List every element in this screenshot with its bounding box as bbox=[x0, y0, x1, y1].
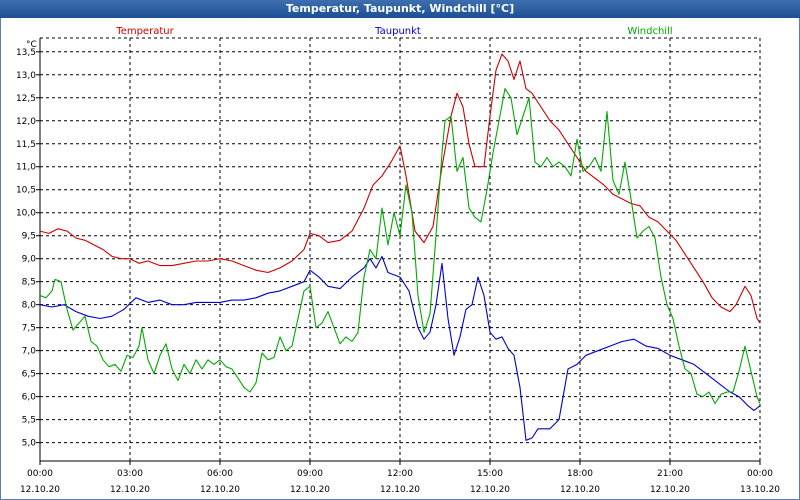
x-tick-time: 15:00 bbox=[477, 469, 503, 479]
x-tick-time: 03:00 bbox=[117, 469, 143, 479]
y-tick-label: 9,5 bbox=[22, 232, 36, 242]
x-tick-date: 12.10.20 bbox=[110, 485, 150, 495]
y-tick-label: 12,0 bbox=[16, 117, 36, 127]
line-chart: 5,0 5,5 6,0 6,5 7,0 7,5 8,0 8,5 9,0 9,5 10,0 10,5 11… bbox=[16, 26, 780, 495]
y-tick-label: 11,0 bbox=[16, 163, 36, 173]
y-tick-label: 8,0 bbox=[22, 301, 37, 311]
y-tick-label: 12,5 bbox=[16, 94, 36, 104]
y-tick-label: 13,0 bbox=[16, 71, 36, 81]
x-tick-date: 13.10.20 bbox=[740, 485, 780, 495]
x-tick-time: 18:00 bbox=[567, 469, 593, 479]
legend-label-taupunkt: Taupunkt bbox=[374, 26, 421, 37]
x-tick-time: 00:00 bbox=[747, 469, 773, 479]
y-tick-label: 6,5 bbox=[22, 370, 36, 380]
y-tick-label: 9,0 bbox=[22, 255, 37, 265]
legend: Temperatur Taupunkt Windchill bbox=[115, 26, 672, 37]
y-tick-label: 7,0 bbox=[22, 347, 37, 357]
x-tick-time: 12:00 bbox=[387, 469, 413, 479]
x-tick-time: 09:00 bbox=[297, 469, 323, 479]
x-tick-date: 12.10.20 bbox=[20, 485, 60, 495]
axes: 5,0 5,5 6,0 6,5 7,0 7,5 8,0 8,5 9,0 9,5 10,0 10,5 11… bbox=[16, 37, 780, 495]
y-tick-label: 5,0 bbox=[22, 439, 37, 449]
y-tick-label: 10,0 bbox=[16, 209, 36, 219]
y-tick-label: 8,5 bbox=[22, 278, 36, 288]
y-tick-label: 6,0 bbox=[22, 393, 37, 403]
x-tick-time: 00:00 bbox=[27, 469, 53, 479]
y-axis-label: °C bbox=[26, 40, 37, 50]
legend-label-windchill: Windchill bbox=[627, 26, 672, 37]
y-tick-label: 11,5 bbox=[16, 140, 36, 150]
x-tick-date: 12.10.20 bbox=[470, 485, 510, 495]
x-tick-date: 12.10.20 bbox=[650, 485, 690, 495]
x-tick-date: 12.10.20 bbox=[560, 485, 600, 495]
y-tick-label: 10,5 bbox=[16, 186, 36, 196]
x-tick-time: 06:00 bbox=[207, 469, 233, 479]
x-tick-date: 12.10.20 bbox=[290, 485, 330, 495]
x-tick-date: 12.10.20 bbox=[200, 485, 240, 495]
legend-label-temperatur: Temperatur bbox=[115, 26, 174, 37]
y-tick-label: 5,5 bbox=[22, 416, 36, 426]
x-tick-date: 12.10.20 bbox=[380, 485, 420, 495]
y-tick-label: 7,5 bbox=[22, 324, 36, 334]
grid bbox=[40, 38, 760, 461]
x-tick-time: 21:00 bbox=[657, 469, 683, 479]
